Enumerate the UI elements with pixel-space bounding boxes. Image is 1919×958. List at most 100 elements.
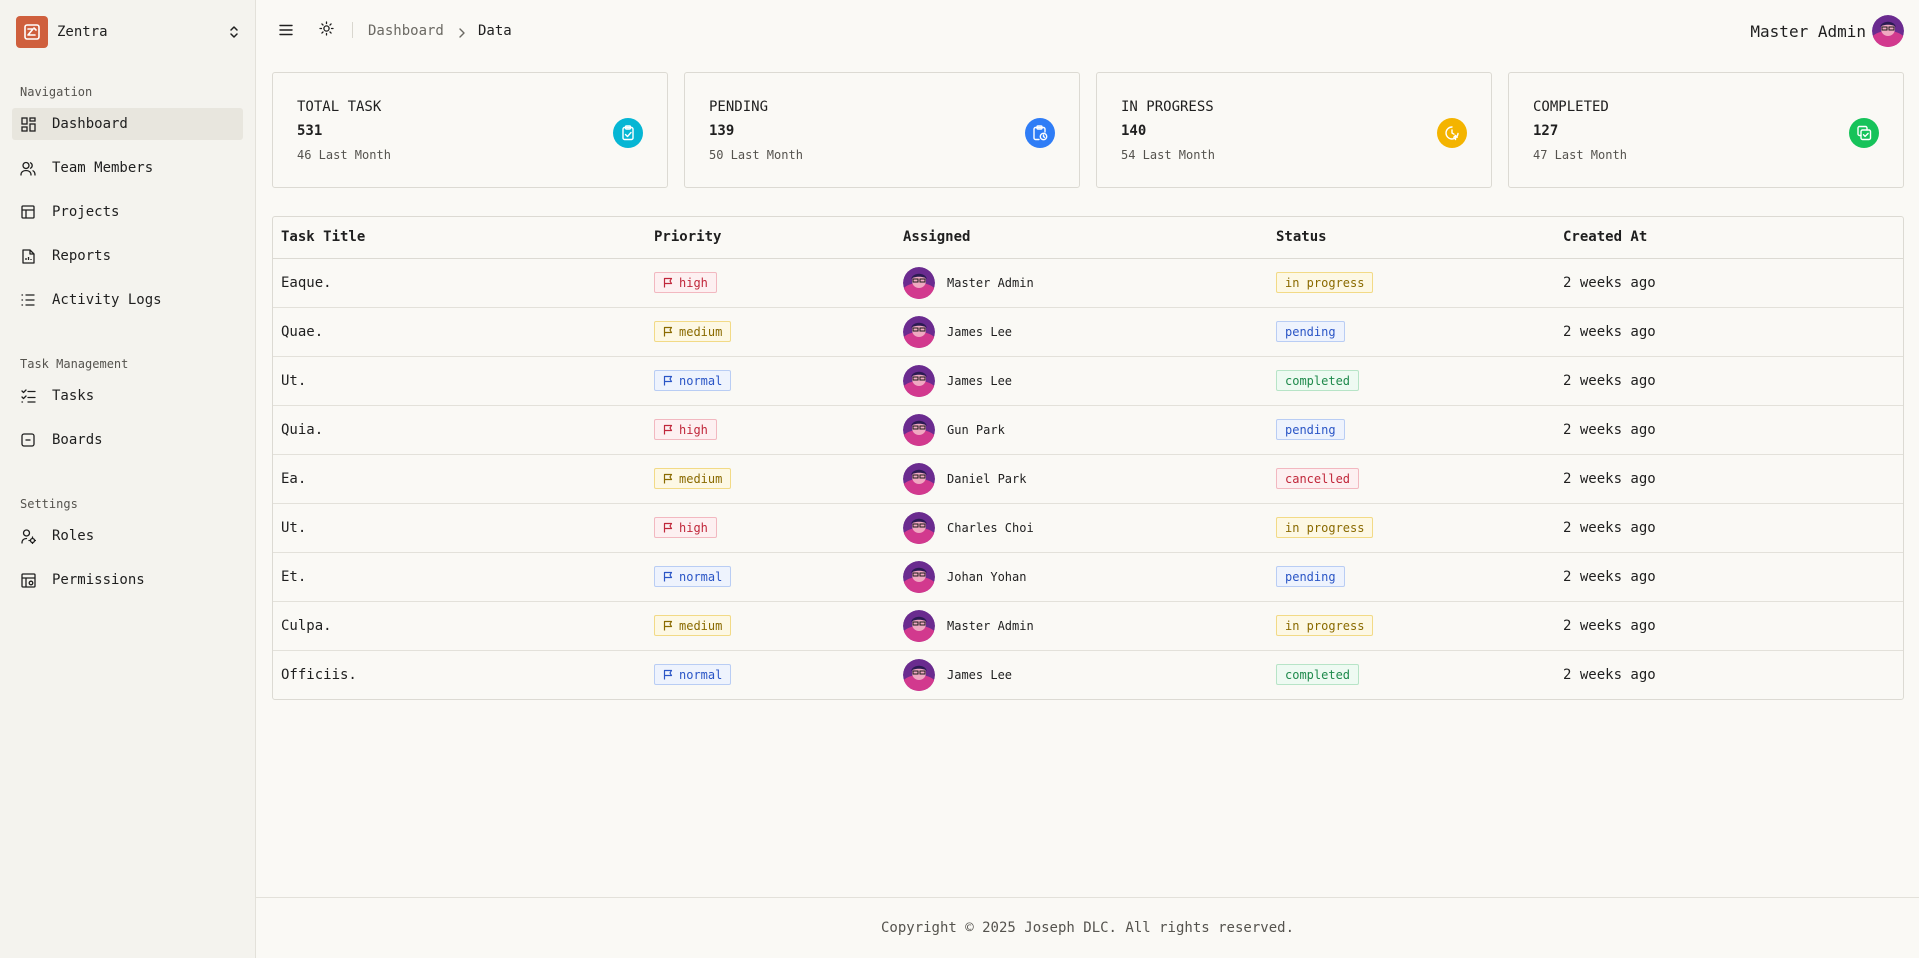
priority-cell: high [646, 258, 895, 308]
task-title-cell: Quae. [273, 307, 646, 357]
assigned-cell: Daniel Park [895, 454, 1268, 504]
column-header-priority[interactable]: Priority [646, 217, 895, 259]
sidebar-item-label: Boards [52, 432, 103, 448]
assigned-cell: Charles Choi [895, 503, 1268, 553]
sidebar-item-team-members[interactable]: Team Members [12, 152, 243, 184]
header-divider [352, 22, 353, 38]
flag-icon [663, 522, 673, 533]
created-at: 2 weeks ago [1563, 470, 1656, 487]
priority-badge: medium [654, 468, 732, 489]
sidebar-item-activity-logs[interactable]: Activity Logs [12, 284, 243, 316]
footer: Copyright © 2025 Joseph DLC. All rights … [256, 897, 1919, 958]
priority-badge: normal [654, 664, 732, 686]
sidebar-item-roles[interactable]: Roles [12, 520, 243, 552]
created-at-cell: 2 weeks ago [1555, 405, 1903, 455]
assignee-name: James Lee [947, 667, 1013, 682]
column-header-task-title[interactable]: Task Title [273, 217, 646, 259]
created-at-cell: 2 weeks ago [1555, 601, 1903, 651]
stat-card-completed: COMPLETED 127 47 Last Month [1508, 72, 1904, 188]
stat-card-value: 531 [297, 123, 323, 139]
assignee-name: Gun Park [947, 422, 1005, 437]
avatar [903, 315, 935, 348]
task-title-cell: Officiis. [273, 650, 646, 699]
column-header-created-at[interactable]: Created At [1555, 217, 1903, 259]
stat-card-title: TOTAL TASK [297, 99, 382, 115]
task-title: Quia. [281, 421, 324, 438]
table-row[interactable]: Et. normal Johan Yohan pending 2 weeks ago [273, 552, 1903, 602]
assigned-cell: James Lee [895, 356, 1268, 406]
sidebar-item-projects[interactable]: Projects [12, 196, 243, 228]
nav-group-label-task-management: Task Management [20, 357, 129, 371]
sidebar-item-label: Permissions [52, 572, 145, 588]
copy-check-icon [1849, 118, 1879, 148]
task-title: Culpa. [281, 617, 332, 634]
sidebar-item-label: Tasks [52, 388, 95, 404]
created-at: 2 weeks ago [1563, 617, 1656, 634]
user-cog-icon [20, 528, 36, 544]
user-avatar[interactable] [1872, 15, 1904, 47]
assignee-name: Master Admin [947, 275, 1034, 290]
task-title-cell: Eaque. [273, 258, 646, 308]
assigned-cell: James Lee [895, 650, 1268, 699]
team-switcher[interactable]: Zentra [16, 16, 244, 48]
column-header-assigned[interactable]: Assigned [895, 217, 1268, 259]
priority-cell: medium [646, 307, 895, 357]
assignee-name: James Lee [947, 324, 1013, 339]
brand-name: Zentra [57, 24, 108, 40]
created-at-cell: 2 weeks ago [1555, 503, 1903, 553]
stat-card-title: PENDING [709, 99, 769, 115]
table-row[interactable]: Ea. medium Daniel Park cancelled 2 weeks ago [273, 454, 1903, 504]
status-cell: completed [1268, 356, 1555, 406]
status-badge: in progress [1276, 615, 1374, 636]
task-title: Quae. [281, 323, 324, 340]
stat-card-pending: PENDING 139 50 Last Month [684, 72, 1080, 188]
sidebar-item-boards[interactable]: Boards [12, 424, 243, 456]
sidebar-item-permissions[interactable]: Permissions [12, 564, 243, 596]
created-at: 2 weeks ago [1563, 421, 1656, 438]
created-at: 2 weeks ago [1563, 568, 1656, 585]
status-cell: cancelled [1268, 454, 1555, 504]
sidebar-item-tasks[interactable]: Tasks [12, 380, 243, 412]
priority-label: medium [679, 471, 723, 486]
avatar [903, 413, 935, 446]
status-badge: in progress [1276, 272, 1374, 293]
sidebar-item-dashboard[interactable]: Dashboard [12, 108, 243, 140]
stat-card-subtext: 54 Last Month [1121, 148, 1215, 162]
stat-card-subtext: 47 Last Month [1533, 148, 1627, 162]
table-row[interactable]: Eaque. high Master Admin in progress 2 weeks… [273, 258, 1903, 308]
flag-icon [663, 277, 673, 288]
menu-icon [279, 21, 293, 40]
priority-label: high [679, 520, 708, 535]
status-badge: cancelled [1276, 468, 1360, 489]
table-row[interactable]: Quia. high Gun Park pending 2 weeks ago [273, 405, 1903, 455]
created-at: 2 weeks ago [1563, 274, 1656, 291]
priority-cell: medium [646, 601, 895, 651]
table-row[interactable]: Officiis. normal James Lee completed 2 weeks… [273, 650, 1903, 699]
priority-badge: medium [654, 321, 732, 342]
nav-group-label-navigation: Navigation [20, 85, 93, 99]
sidebar: Zentra Navigation Dashboard Team Members… [0, 0, 256, 958]
sidebar-item-reports[interactable]: Reports [12, 240, 243, 272]
stat-card-title: COMPLETED [1533, 99, 1609, 115]
permissions-icon [20, 572, 36, 588]
chevrons-up-down-icon[interactable] [228, 25, 240, 39]
theme-toggle-button[interactable] [318, 20, 334, 38]
table-row[interactable]: Culpa. medium Master Admin in progress 2 wee… [273, 601, 1903, 651]
flag-icon [663, 326, 673, 337]
menu-toggle-button[interactable] [278, 22, 294, 38]
nav-group-label-settings: Settings [20, 497, 78, 511]
table-row[interactable]: Ut. high Charles Choi in progress 2 weeks ag… [273, 503, 1903, 553]
status-badge: completed [1276, 664, 1360, 686]
priority-cell: normal [646, 552, 895, 602]
priority-cell: high [646, 405, 895, 455]
clipboard-check-icon [613, 118, 643, 148]
clipboard-clock-icon [1025, 118, 1055, 148]
priority-label: medium [679, 618, 723, 633]
assigned-cell: James Lee [895, 307, 1268, 357]
sidebar-item-label: Activity Logs [52, 292, 162, 308]
header-user-name[interactable]: Master Admin [1750, 22, 1866, 42]
table-row[interactable]: Quae. medium James Lee pending 2 weeks ago [273, 307, 1903, 357]
table-row[interactable]: Ut. normal James Lee completed 2 weeks ago [273, 356, 1903, 406]
breadcrumb-dashboard-link[interactable]: Dashboard [368, 22, 444, 40]
column-header-status[interactable]: Status [1268, 217, 1555, 259]
